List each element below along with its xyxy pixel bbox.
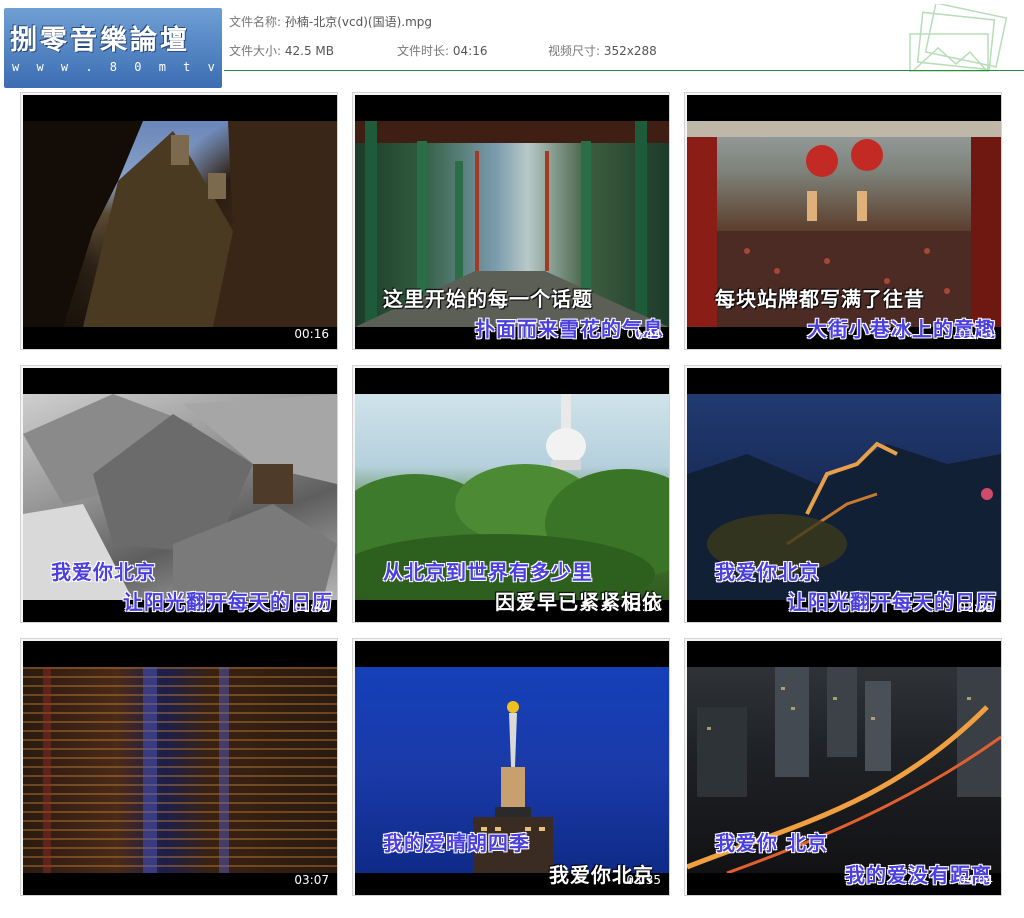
timestamp-label: 04:04 <box>958 873 993 887</box>
header-divider <box>224 70 1024 71</box>
picture-stack-icon <box>909 4 1008 72</box>
dimensions-label: 视频尺寸: <box>548 44 601 58</box>
timestamp-label: 03:35 <box>626 873 661 887</box>
thumbnail-frame: 我爱你 北京 我的爱没有距离 04:04 <box>687 641 1001 895</box>
timestamp-label: 02:10 <box>626 600 661 614</box>
thumbnail-3[interactable]: 每块站牌都写满了往昔 大街小巷冰上的童趣 01:13 <box>684 92 1002 350</box>
thumbnail-frame: 每块站牌都写满了往昔 大街小巷冰上的童趣 01:13 <box>687 95 1001 349</box>
lyric-line-1: 我爱你北京 <box>51 560 156 584</box>
timestamp-label: 00:16 <box>294 327 329 341</box>
timestamp-label: 00:44 <box>626 327 661 341</box>
file-name-row: 文件名称: 孙楠-北京(vcd)(国语).mpg <box>229 13 432 30</box>
lyric-line-1: 我爱你 北京 <box>715 831 828 855</box>
dimensions-value: 352x288 <box>603 44 657 58</box>
lyric-line-1: 每块站牌都写满了往昔 <box>715 287 925 311</box>
lyric-line-1: 从北京到世界有多少里 <box>383 560 593 584</box>
thumbnail-4[interactable]: 我爱你北京 让阳光翻开每天的日历 01:41 <box>20 365 338 623</box>
thumbnail-frame: 03:07 <box>23 641 337 895</box>
thumbnail-frame: 我的爱晴朗四季 我爱你北京 03:35 <box>355 641 669 895</box>
thumbnail-8[interactable]: 我的爱晴朗四季 我爱你北京 03:35 <box>352 638 670 896</box>
lyric-line-1: 我的爱晴朗四季 <box>383 831 530 855</box>
thumbnail-frame: 从北京到世界有多少里 因爱早已紧紧相依 02:10 <box>355 368 669 622</box>
timestamp-label: 02:38 <box>958 600 993 614</box>
thumbnail-frame: 我爱你北京 让阳光翻开每天的日历 02:38 <box>687 368 1001 622</box>
lyric-line-1: 这里开始的每一个话题 <box>383 287 593 311</box>
logo-title: 捌零音樂論壇 <box>10 25 190 56</box>
thumbnail-frame: 我爱你北京 让阳光翻开每天的日历 01:41 <box>23 368 337 622</box>
timestamp-label: 01:13 <box>958 327 993 341</box>
thumbnail-frame: 00:16 <box>23 95 337 349</box>
video-thumbnail-sheet: 捌零音樂論壇 w w w . 8 0 m t v . c o m 文件名称: 孙… <box>0 0 1024 918</box>
duration-label: 文件时长: <box>397 44 450 58</box>
duration-value: 04:16 <box>452 44 488 58</box>
file-size-label: 文件大小: <box>229 44 282 58</box>
lyric-line-1: 我爱你北京 <box>715 560 820 584</box>
file-size-row: 文件大小: 42.5 MB <box>229 42 334 59</box>
thumbnail-image <box>23 121 337 327</box>
forum-logo: 捌零音樂論壇 w w w . 8 0 m t v . c o m <box>4 8 222 88</box>
thumbnail-1[interactable]: 00:16 <box>20 92 338 350</box>
thumbnail-6[interactable]: 我爱你北京 让阳光翻开每天的日历 02:38 <box>684 365 1002 623</box>
thumbnail-7[interactable]: 03:07 <box>20 638 338 896</box>
thumbnail-9[interactable]: 我爱你 北京 我的爱没有距离 04:04 <box>684 638 1002 896</box>
timestamp-label: 03:07 <box>294 873 329 887</box>
logo-url: w w w . 8 0 m t v . c o m <box>12 60 222 74</box>
thumbnail-image <box>23 667 337 873</box>
duration-row: 文件时长: 04:16 <box>397 42 487 59</box>
thumbnail-5[interactable]: 从北京到世界有多少里 因爱早已紧紧相依 02:10 <box>352 365 670 623</box>
file-size-value: 42.5 MB <box>284 44 334 58</box>
thumbnail-2[interactable]: 这里开始的每一个话题 扑面而来雪花的气息 00:44 <box>352 92 670 350</box>
file-name-label: 文件名称: <box>229 15 282 29</box>
dimensions-row: 视频尺寸: 352x288 <box>548 42 657 59</box>
thumbnail-frame: 这里开始的每一个话题 扑面而来雪花的气息 00:44 <box>355 95 669 349</box>
timestamp-label: 01:41 <box>294 600 329 614</box>
file-name-value: 孙楠-北京(vcd)(国语).mpg <box>284 15 432 29</box>
